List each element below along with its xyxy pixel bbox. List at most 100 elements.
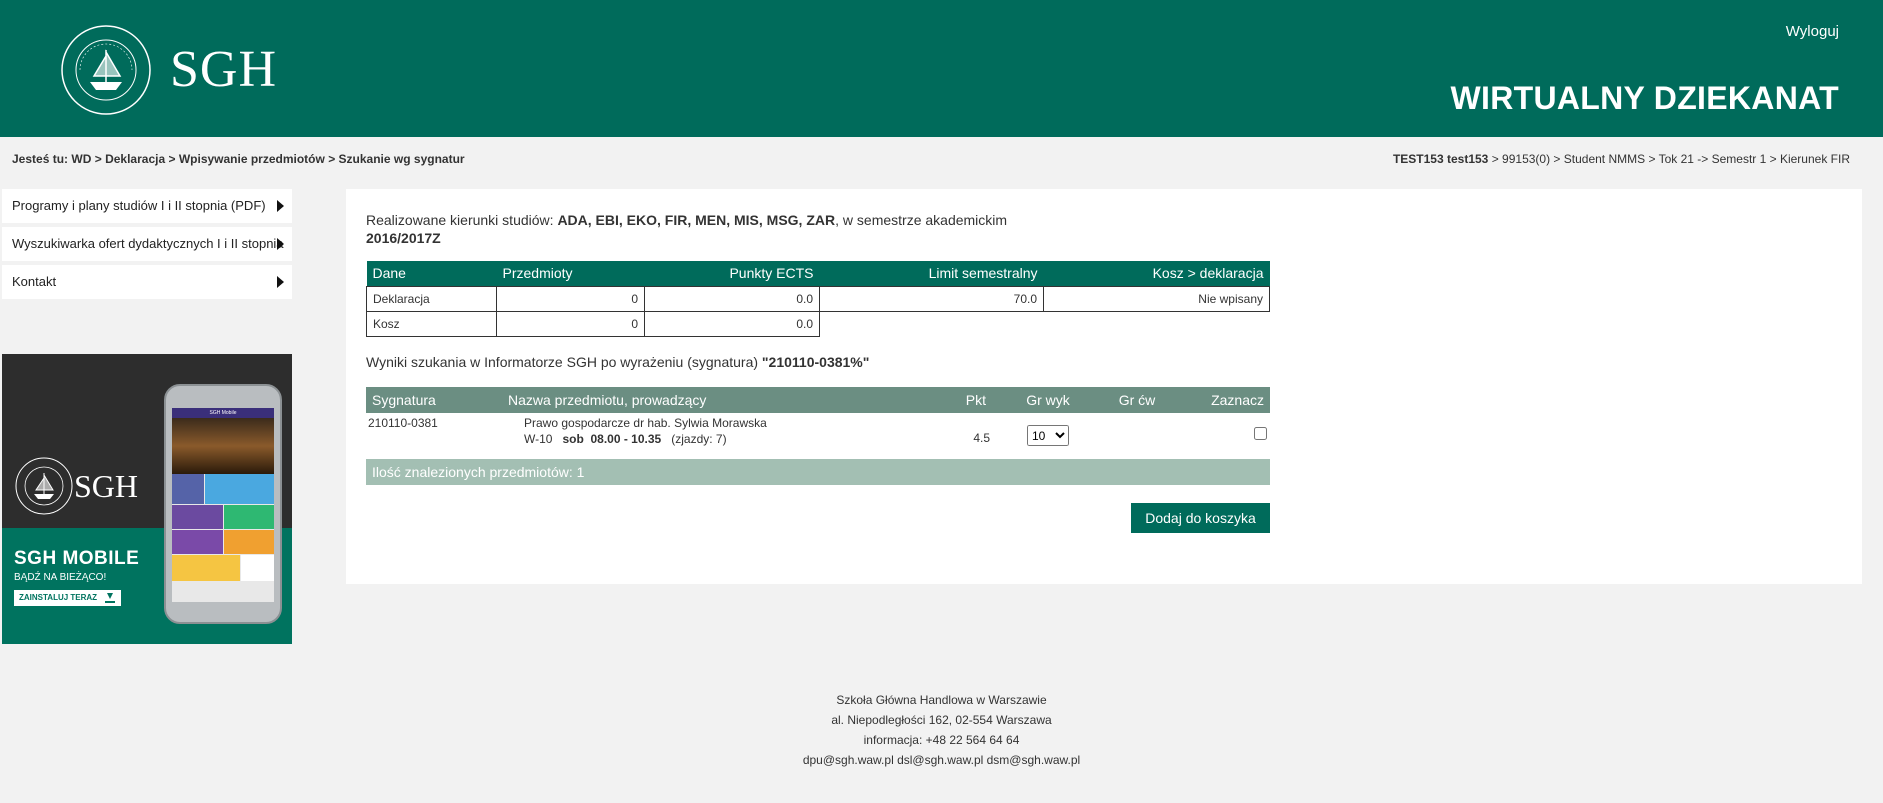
sgh-seal-logo (61, 25, 151, 115)
tile-wydarzenia (224, 530, 274, 554)
lecture-group-cell: 10 (992, 413, 1104, 452)
breadcrumb-item-deklaracja[interactable]: Deklaracja (105, 152, 165, 166)
sgh-mobile-banner[interactable]: SGH SGH MOBILE BĄDŹ NA BIEŻĄCO! ZAINSTAL… (2, 354, 292, 644)
column-header-sygnatura: Sygnatura (366, 387, 502, 413)
tile-harmonogram (172, 505, 223, 529)
footer-address: al. Niepodległości 162, 02-554 Warszawa (831, 713, 1052, 727)
footer-phone: informacja: +48 22 564 64 64 (863, 733, 1020, 747)
course-points: 4.5 (973, 431, 990, 445)
lecture-group-select[interactable]: 10 (1027, 425, 1069, 446)
sidebar-item-label: Programy i plany studiów I i II stopnia … (12, 198, 266, 213)
user-name: TEST153 test153 (1392, 152, 1489, 166)
breadcrumb-separator: > (328, 152, 336, 166)
download-icon (105, 593, 116, 603)
course-room: W-10 (524, 432, 553, 446)
course-name: Prawo gospodarcze dr hab. Sylwia Morawsk… (524, 416, 767, 430)
sidebar-item-programy[interactable]: Programy i plany studiów I i II stopnia … (2, 189, 292, 223)
user-context-path: > 99153(0) > Student NMMS > Tok 21 -> Se… (1491, 152, 1850, 166)
footer-school-name: Szkoła Główna Handlowa w Warszawie (836, 693, 1047, 707)
select-course-checkbox[interactable] (1254, 427, 1267, 440)
install-label: ZAINSTALUJ TERAZ (19, 593, 98, 602)
tile-wirtualna (224, 505, 274, 529)
tile-aktualnosci (205, 474, 274, 504)
column-header-przedmioty: Przedmioty (496, 261, 645, 286)
academic-semester: 2016/2017Z (366, 230, 441, 246)
empty-cell (820, 311, 1044, 336)
caret-right-icon (277, 276, 284, 288)
user-context: TEST153 test153 > 99153(0) > Student NMM… (1393, 152, 1850, 166)
site-header: SGH Wyloguj WIRTUALNY DZIEKANAT (0, 0, 1883, 137)
phone-mockup: SGH Mobile (164, 384, 282, 624)
breadcrumb-separator: > (168, 152, 176, 166)
intro-suffix: , w semestrze akademickim (835, 212, 1008, 228)
intro-programs: ADA, EBI, EKO, FIR, MEN, MIS, MSG, ZAR (557, 212, 836, 228)
footer-emails: dpu@sgh.waw.pl dsl@sgh.waw.pl dsm@sgh.wa… (802, 753, 1081, 767)
course-time: 08.00 - 10.35 (590, 432, 662, 446)
declaration-summary-table: Dane Przedmioty Punkty ECTS Limit semest… (366, 261, 1270, 337)
column-header-ects: Punkty ECTS (644, 261, 820, 286)
column-header-limit: Limit semestralny (819, 261, 1044, 286)
banner-logo-text: SGH (74, 468, 139, 504)
breadcrumb: Jesteś tu: WD > Deklaracja > Wpisywanie … (12, 152, 465, 166)
course-signature: 210110-0381 (368, 416, 438, 430)
banner-title: SGH MOBILE (14, 548, 140, 569)
table-row: 210110-0381 Prawo gospodarcze dr hab. Sy… (366, 413, 1270, 452)
table-row: Deklaracja 0 0.0 70.0 Nie wpisany (366, 285, 1270, 312)
logout-link[interactable]: Wyloguj (1786, 23, 1839, 40)
study-programs-info: Realizowane kierunki studiów: ADA, EBI, … (366, 211, 1007, 247)
sidebar-item-wyszukiwarka[interactable]: Wyszukiwarka ofert dydaktycznych I i II … (2, 227, 292, 261)
site-footer: Szkoła Główna Handlowa w Warszawie al. N… (0, 690, 1883, 770)
sidebar-item-label: Kontakt (12, 274, 57, 289)
app-title: WIRTUALNY DZIEKANAT (1450, 80, 1839, 116)
search-results-message: Wyniki szukania w Informatorze SGH po wy… (366, 354, 869, 370)
row-label: Deklaracja (366, 285, 497, 312)
course-details: Prawo gospodarcze dr hab. Sylwia Morawsk… (502, 413, 952, 452)
search-prefix: Wyniki szukania w Informatorze SGH po wy… (366, 354, 762, 370)
main-panel: Realizowane kierunki studiów: ADA, EBI, … (346, 189, 1862, 584)
install-now-button[interactable]: ZAINSTALUJ TERAZ (14, 590, 122, 606)
breadcrumb-item-wpisywanie[interactable]: Wpisywanie przedmiotów (179, 152, 325, 166)
tile-mapa (172, 555, 240, 581)
tile-poszkole (241, 555, 274, 581)
column-header-pkt: Pkt (952, 387, 992, 413)
column-header-gr-cw: Gr ćw (1104, 387, 1170, 413)
select-cell (1170, 413, 1270, 452)
declaration-status: Nie wpisany (1043, 285, 1270, 312)
exercise-group-cell (1104, 413, 1170, 452)
table-header-row: Dane Przedmioty Punkty ECTS Limit semest… (366, 261, 1270, 286)
semester-limit: 70.0 (819, 285, 1044, 312)
course-meetings: (zjazdy: 7) (671, 432, 727, 446)
sidebar-item-label: Wyszukiwarka ofert dydaktycznych I i II … (12, 236, 284, 251)
column-header-gr-wyk: Gr wyk (992, 387, 1104, 413)
breadcrumb-prefix: Jesteś tu: (12, 152, 69, 166)
ects-points: 0.0 (644, 310, 820, 337)
row-label: Kosz (366, 310, 497, 337)
phone-app-bar: SGH Mobile (172, 408, 274, 418)
tile-profil (172, 474, 204, 504)
ects-points: 0.0 (644, 285, 820, 312)
add-to-basket-button[interactable]: Dodaj do koszyka (1131, 503, 1270, 533)
banner-tagline: BĄDŹ NA BIEŻĄCO! (14, 572, 107, 583)
caret-right-icon (277, 200, 284, 212)
subjects-count: 0 (496, 285, 645, 312)
column-header-dane: Dane (366, 261, 497, 286)
sgh-seal-logo (15, 457, 73, 515)
table-row: Kosz 0 0.0 (366, 310, 1270, 337)
breadcrumb-item-wd[interactable]: WD (71, 152, 91, 166)
column-header-zaznacz: Zaznacz (1170, 387, 1270, 413)
table-header-row: Sygnatura Nazwa przedmiotu, prowadzący P… (366, 387, 1270, 413)
course-day: sob (562, 432, 584, 446)
intro-prefix: Realizowane kierunki studiów: (366, 212, 558, 228)
phone-screen: SGH Mobile (172, 408, 274, 602)
search-term: "210110-0381%" (761, 354, 870, 370)
results-count-bar: Ilość znalezionych przedmiotów: 1 (366, 459, 1270, 485)
search-results-table: Sygnatura Nazwa przedmiotu, prowadzący P… (366, 387, 1270, 452)
sgh-logo-text: SGH (170, 41, 278, 98)
breadcrumb-current: Szukanie wg sygnatur (338, 152, 465, 166)
sidebar-item-kontakt[interactable]: Kontakt (2, 265, 292, 299)
empty-cell (1044, 311, 1270, 336)
course-schedule: W-10 sob 08.00 - 10.35 (zjazdy: 7) (524, 432, 950, 446)
breadcrumb-separator: > (94, 152, 102, 166)
caret-right-icon (277, 238, 284, 250)
tile-przedmioty (172, 530, 223, 554)
